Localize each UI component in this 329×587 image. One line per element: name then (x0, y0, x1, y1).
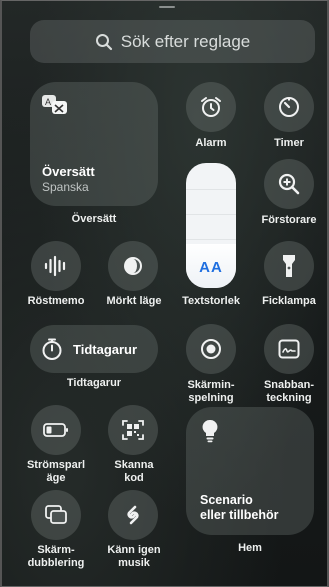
home-title-line1: Scenario (200, 493, 253, 507)
music-recognition-label: Känn igen musik (98, 544, 170, 570)
search-placeholder: Sök efter reglage (120, 31, 251, 51)
home-label: Hem (238, 542, 262, 554)
stopwatch-icon (40, 337, 64, 361)
low-power-mode-label-line2: äge (46, 472, 66, 484)
voice-memo-button[interactable] (31, 241, 81, 291)
slider-divider (186, 189, 236, 190)
low-power-mode-button[interactable] (31, 405, 81, 455)
screen-recording-label-line2: spelning (188, 392, 234, 404)
scan-code-label-line2: kod (124, 472, 144, 484)
timer-button[interactable] (264, 82, 314, 132)
scan-code-button[interactable] (108, 405, 158, 455)
magnifier-plus-icon (278, 173, 300, 195)
home-tile[interactable]: Scenario eller tillbehör (186, 407, 314, 535)
low-power-mode-label: Strömsparl äge (19, 459, 93, 485)
screen-recording-button[interactable] (186, 324, 236, 374)
translate-language: Spanska (42, 180, 89, 194)
alarm-label: Alarm (195, 137, 227, 149)
screen-mirroring-icon (45, 505, 67, 525)
record-icon (200, 338, 222, 360)
magnifier-button[interactable] (264, 159, 314, 209)
screen-mirroring-button[interactable] (31, 490, 81, 540)
screen-mirroring-label-line1: Skärm- (37, 544, 75, 556)
scan-code-label-line1: Skanna (114, 459, 154, 471)
magnifier-label: Förstorare (261, 214, 317, 226)
home-title: Scenario eller tillbehör (200, 493, 279, 523)
voice-memo-label: Röstmemo (27, 295, 85, 307)
quick-note-label-line1: Snabban- (263, 379, 315, 391)
slider-divider (186, 214, 236, 215)
music-recognition-button[interactable] (108, 490, 158, 540)
search-field[interactable]: Sök efter reglage (30, 20, 315, 63)
translate-icon: A (41, 94, 69, 116)
control-center-panel: Sök efter reglage A Översätt Spanska Öve… (0, 0, 329, 587)
timer-icon (277, 95, 301, 119)
shazam-icon (122, 504, 144, 526)
stopwatch-title: Tidtagarur (73, 342, 138, 357)
text-size-icon: AA (199, 259, 223, 276)
waveform-icon (43, 255, 69, 277)
dark-mode-label: Mörkt läge (106, 295, 162, 307)
quick-note-button[interactable] (264, 324, 314, 374)
scan-code-label: Skanna kod (98, 459, 170, 485)
home-title-line2: eller tillbehör (200, 508, 279, 522)
translate-title: Översätt (42, 164, 95, 179)
translate-tile[interactable]: A Översätt Spanska (30, 82, 158, 206)
screen-mirroring-label: Skärm- dubblering (19, 544, 93, 570)
lightbulb-icon (202, 419, 218, 443)
svg-text:A: A (45, 97, 51, 107)
screen-recording-label-line1: Skärmin- (187, 379, 235, 391)
qr-code-icon (122, 419, 144, 441)
music-recognition-label-line1: Känn igen (107, 544, 161, 556)
dark-mode-button[interactable] (108, 241, 158, 291)
text-size-slider[interactable]: AA (186, 163, 236, 288)
flashlight-icon (281, 253, 297, 279)
text-size-label: Textstorlek (182, 295, 240, 307)
quick-note-label-line2: teckning (266, 392, 312, 404)
screen-recording-label: Skärmin- spelning (178, 379, 244, 405)
drag-handle[interactable] (159, 6, 175, 8)
quick-note-icon (278, 339, 300, 359)
screen-mirroring-label-line2: dubblering (27, 557, 85, 569)
quick-note-label: Snabban- teckning (254, 379, 324, 405)
flashlight-label: Ficklampa (262, 295, 316, 307)
music-recognition-label-line2: musik (118, 557, 150, 569)
stopwatch-label: Tidtagarur (66, 377, 122, 389)
alarm-clock-icon (199, 95, 223, 119)
battery-icon (43, 423, 69, 437)
slider-divider (186, 239, 236, 240)
stopwatch-tile[interactable]: Tidtagarur (30, 325, 158, 373)
dark-mode-icon (122, 255, 144, 277)
search-icon (95, 33, 113, 51)
translate-label: Översätt (71, 213, 117, 225)
alarm-button[interactable] (186, 82, 236, 132)
flashlight-button[interactable] (264, 241, 314, 291)
low-power-mode-label-line1: Strömsparl (26, 459, 86, 471)
timer-label: Timer (274, 137, 304, 149)
